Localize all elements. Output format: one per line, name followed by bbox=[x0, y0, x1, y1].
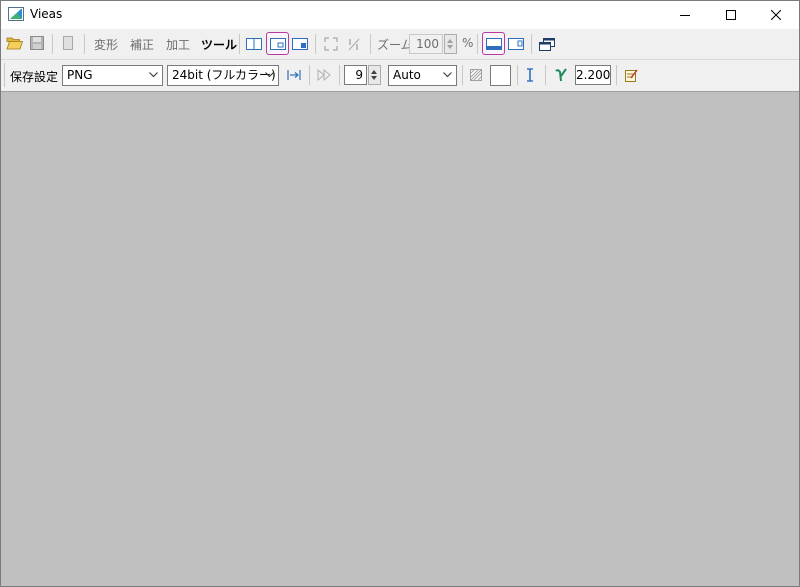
transparency-grid-icon bbox=[470, 69, 482, 81]
gamma-icon bbox=[555, 68, 567, 82]
toolbar-separator bbox=[52, 34, 53, 54]
windows-stack-icon bbox=[539, 37, 555, 51]
toolbar-separator bbox=[477, 34, 478, 54]
minimize-button[interactable] bbox=[662, 1, 708, 29]
color-depth-select[interactable]: 24bit (フルカラー) bbox=[167, 65, 279, 86]
chevron-down-icon bbox=[149, 72, 158, 78]
toolbar-separator bbox=[309, 65, 310, 85]
document-icon bbox=[63, 36, 73, 50]
stepper-down-icon bbox=[447, 45, 453, 49]
toolbar-grip bbox=[4, 63, 5, 87]
fast-forward-icon bbox=[317, 69, 331, 81]
interlace-button[interactable] bbox=[522, 65, 538, 85]
app-logo-icon bbox=[8, 7, 24, 21]
toolbar-separator bbox=[315, 34, 316, 54]
toolbar-separator bbox=[531, 34, 532, 54]
main-toolbar: 変形 補正 加工 ツール ズーム: 100 % bbox=[1, 29, 799, 60]
open-file-button[interactable] bbox=[5, 34, 23, 52]
chevron-down-icon bbox=[443, 72, 452, 78]
zoom-input[interactable]: 100 bbox=[409, 34, 443, 54]
panel-right-button[interactable] bbox=[506, 34, 526, 54]
menu-correction[interactable]: 補正 bbox=[130, 36, 154, 53]
format-select-value: PNG bbox=[67, 68, 93, 82]
chevron-down-icon bbox=[265, 72, 274, 78]
toolbar-separator bbox=[239, 34, 240, 54]
layout-fit-button[interactable] bbox=[266, 32, 289, 55]
toolbar-separator bbox=[616, 65, 617, 85]
fit-width-icon bbox=[287, 70, 301, 80]
layout-corner-button[interactable] bbox=[290, 34, 310, 54]
menu-tools[interactable]: ツール bbox=[201, 36, 237, 53]
edit-settings-button[interactable] bbox=[622, 65, 640, 85]
window-title: Vieas bbox=[30, 7, 63, 21]
mode-select-value: Auto bbox=[393, 68, 421, 82]
toolbar-separator bbox=[339, 65, 340, 85]
maximize-icon bbox=[726, 10, 736, 20]
gamma-button[interactable] bbox=[552, 65, 570, 85]
quality-stepper[interactable] bbox=[368, 65, 381, 85]
layout-single-button[interactable] bbox=[244, 34, 264, 54]
edit-note-icon bbox=[624, 69, 638, 82]
color-depth-select-value: 24bit (フルカラー) bbox=[172, 68, 276, 82]
panel-split-icon bbox=[246, 38, 262, 50]
stepper-down-icon bbox=[371, 76, 377, 80]
save-button[interactable] bbox=[28, 34, 46, 52]
text-cursor-icon bbox=[527, 68, 533, 82]
background-color-swatch[interactable] bbox=[490, 65, 511, 86]
maximize-button[interactable] bbox=[708, 1, 754, 29]
expand-icon bbox=[324, 37, 338, 51]
close-button[interactable] bbox=[753, 1, 799, 29]
copy-button[interactable] bbox=[59, 34, 77, 52]
save-settings-toolbar: 保存設定 PNG 24bit (フルカラー) 9 Auto 2.200 bbox=[1, 60, 799, 92]
zoom-stepper[interactable] bbox=[444, 34, 457, 54]
window-fit-icon bbox=[269, 37, 286, 50]
save-settings-label: 保存設定 bbox=[10, 70, 59, 84]
menu-processing[interactable]: 加工 bbox=[166, 36, 190, 53]
toolbar-separator bbox=[517, 65, 518, 85]
one-to-one-icon bbox=[348, 38, 360, 51]
minimize-icon bbox=[680, 15, 690, 16]
actual-size-button[interactable] bbox=[344, 34, 364, 54]
image-canvas[interactable] bbox=[1, 92, 799, 586]
window-corner-icon bbox=[292, 38, 308, 50]
app-window: Vieas 変形 補正 加工 ツール ズーム: 100 % 保存設定 PNG 2… bbox=[0, 0, 800, 587]
open-folder-icon bbox=[5, 37, 23, 50]
title-bar: Vieas bbox=[1, 1, 799, 29]
mode-select[interactable]: Auto bbox=[388, 65, 457, 86]
close-icon bbox=[771, 10, 781, 20]
toolbar-separator bbox=[545, 65, 546, 85]
panel-bottom-icon bbox=[485, 37, 502, 50]
quality-input[interactable]: 9 bbox=[344, 65, 367, 85]
menu-transform[interactable]: 変形 bbox=[94, 36, 118, 53]
fit-width-button[interactable] bbox=[284, 65, 304, 85]
toolbar-separator bbox=[370, 34, 371, 54]
toolbar-separator bbox=[462, 65, 463, 85]
zoom-unit: % bbox=[462, 36, 474, 50]
toolbar-separator bbox=[84, 34, 85, 54]
floppy-disk-icon bbox=[30, 36, 44, 50]
gamma-input[interactable]: 2.200 bbox=[575, 65, 611, 85]
batch-button[interactable] bbox=[314, 65, 334, 85]
stepper-up-icon bbox=[371, 70, 377, 74]
stepper-up-icon bbox=[447, 39, 453, 43]
panel-bottom-button[interactable] bbox=[482, 32, 505, 55]
panel-right-icon bbox=[508, 38, 524, 50]
new-window-button[interactable] bbox=[537, 34, 557, 54]
transparency-button[interactable] bbox=[467, 65, 485, 85]
format-select[interactable]: PNG bbox=[62, 65, 163, 86]
fullscreen-button[interactable] bbox=[321, 34, 341, 54]
